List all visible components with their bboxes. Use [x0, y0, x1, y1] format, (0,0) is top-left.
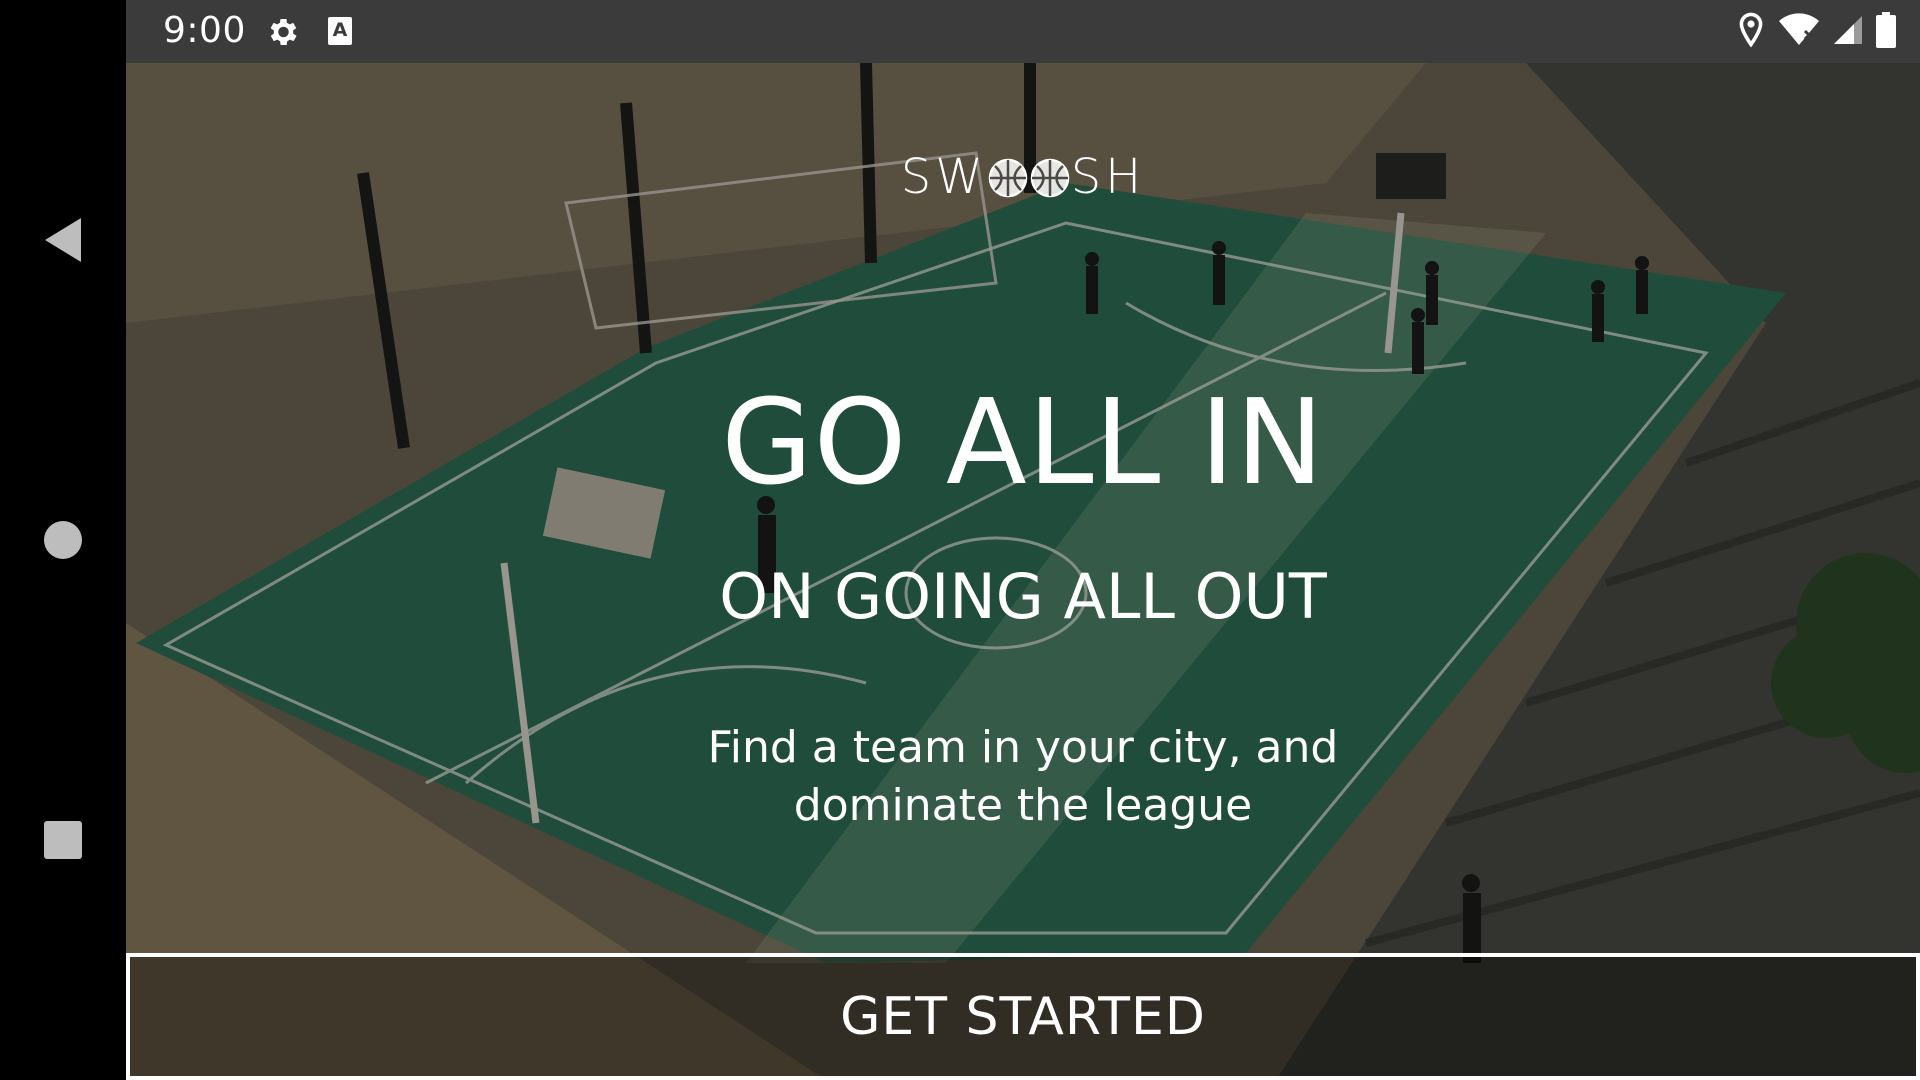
system-navigation-bar: [0, 0, 126, 1080]
subheadline: ON GOING ALL OUT: [719, 560, 1327, 633]
signal-icon: [1834, 16, 1862, 44]
status-right-icons: [1736, 12, 1896, 48]
get-started-button[interactable]: GET STARTED: [126, 953, 1920, 1080]
headline: GO ALL IN: [721, 373, 1325, 511]
gear-icon: [270, 18, 297, 46]
battery-icon: [1876, 12, 1896, 48]
back-button[interactable]: [0, 180, 126, 300]
swoosh-logo: SW SH: [126, 149, 1920, 205]
logo-text-right: SH: [1070, 149, 1146, 205]
back-triangle-icon: [45, 218, 81, 262]
tagline-line-1: Find a team in your city, and: [707, 722, 1339, 773]
hero-section: SW SH GO ALL IN ON GOING ALL OUT Find a …: [126, 63, 1920, 1080]
a-icon: A: [328, 17, 352, 45]
tagline-line-2: dominate the league: [793, 780, 1253, 831]
tagline: Find a team in your city, and dominate t…: [126, 719, 1920, 835]
wifi-icon: [1779, 13, 1819, 45]
home-circle-icon: [44, 521, 82, 559]
recents-button[interactable]: [0, 780, 126, 900]
logo-text-left: SW: [900, 149, 987, 205]
status-time: 9:00: [163, 10, 246, 51]
recents-square-icon: [44, 821, 82, 859]
location-icon: [1739, 12, 1763, 48]
app-screen: 9:00 A SW SH GO ALL IN ON GOING ALL OUT …: [0, 0, 1920, 1080]
home-button[interactable]: [0, 480, 126, 600]
basketball-icon: [988, 158, 1069, 198]
status-bar: 9:00 A: [126, 0, 1920, 63]
